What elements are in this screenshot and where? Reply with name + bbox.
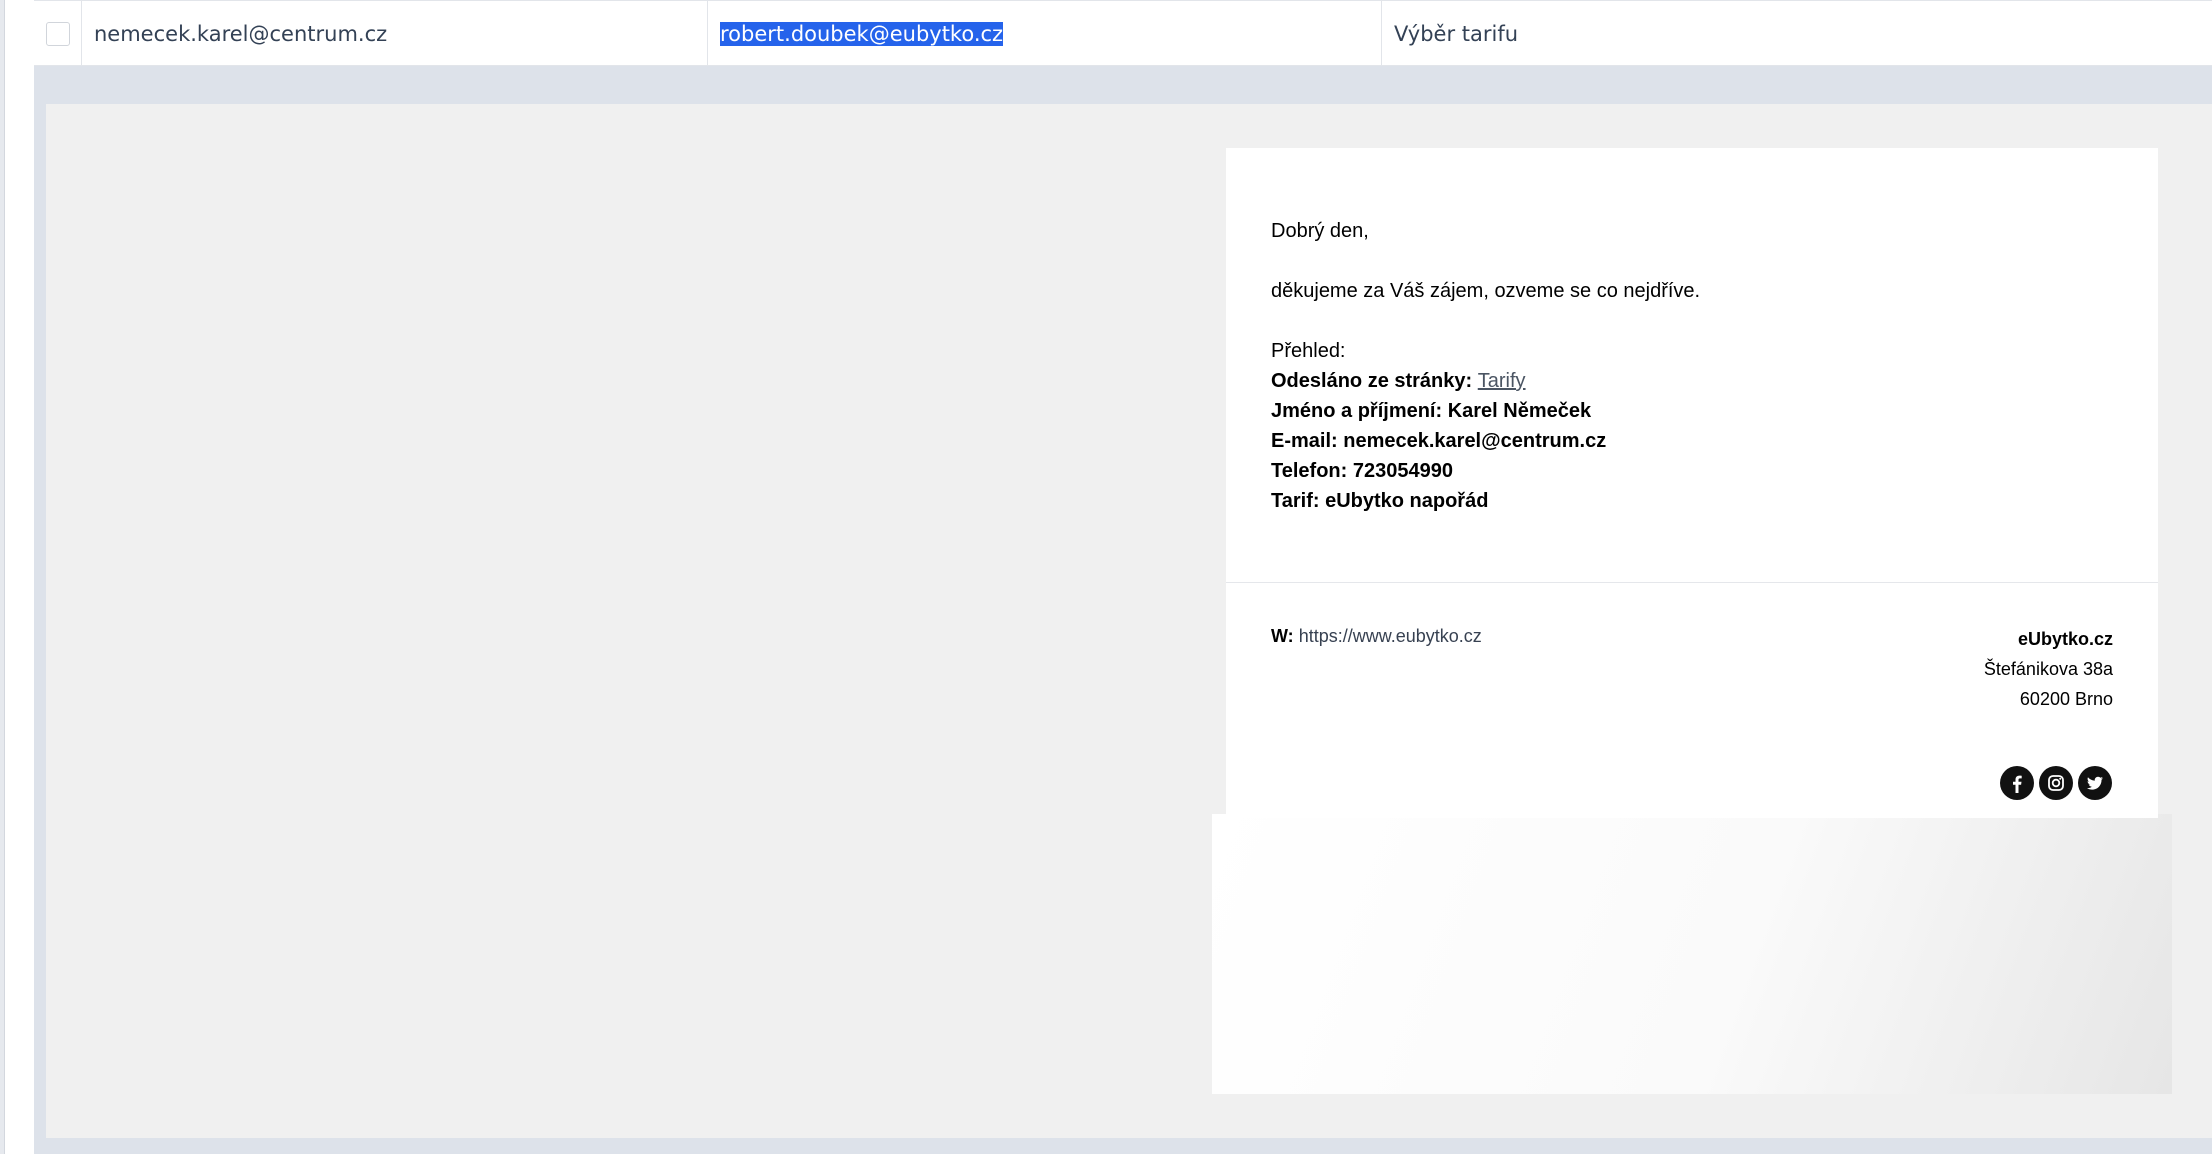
tariff-line: Tarif: eUbytko napořád <box>1271 490 1489 512</box>
source-page-line: Odesláno ze stránky: Tarify <box>1271 366 2111 396</box>
email-line: E-mail: nemecek.karel@centrum.cz <box>1271 430 1607 452</box>
row-checkbox-cell[interactable] <box>34 1 82 67</box>
email-preview-area: Dobrý den, děkujeme za Váš zájem, ozveme… <box>46 104 2212 1138</box>
name-line: Jméno a příjmení: Karel Němeček <box>1271 400 1592 422</box>
email-message: děkujeme za Váš zájem, ozveme se co nejd… <box>1271 280 1701 302</box>
email-preview-frame: Dobrý den, děkujeme za Váš zájem, ozveme… <box>34 66 2212 1154</box>
email-greeting: Dobrý den, <box>1271 220 1369 242</box>
facebook-icon[interactable] <box>2000 766 2034 800</box>
web-label: W: <box>1271 626 1294 646</box>
city: 60200 Brno <box>2019 689 2113 709</box>
from-address: nemecek.karel@centrum.cz <box>94 22 388 46</box>
to-cell: robert.doubek@eubytko.cz <box>708 1 1382 67</box>
table-row[interactable]: nemecek.karel@centrum.cz robert.doubek@e… <box>34 0 2212 67</box>
email-body: Dobrý den, děkujeme za Váš zájem, ozveme… <box>1271 216 2111 516</box>
company-name: eUbytko.cz <box>2017 629 2113 649</box>
source-page-link[interactable]: Tarify <box>1478 370 1526 392</box>
from-cell: nemecek.karel@centrum.cz <box>82 1 708 67</box>
source-page-label: Odesláno ze stránky: <box>1271 370 1473 392</box>
footer-address: eUbytko.cz Štefánikova 38a 60200 Brno <box>1984 624 2113 714</box>
overview-label: Přehled: <box>1271 340 1346 362</box>
street: Štefánikova 38a <box>1983 659 2113 679</box>
social-links <box>2000 766 2112 800</box>
phone-line: Telefon: 723054990 <box>1271 460 1453 482</box>
footer-divider <box>1226 582 2158 583</box>
subject-text: Výběr tarifu <box>1394 22 1519 46</box>
subject-cell: Výběr tarifu <box>1382 1 2212 67</box>
web-url[interactable]: https://www.eubytko.cz <box>1299 626 1482 646</box>
email-card: Dobrý den, děkujeme za Váš zájem, ozveme… <box>1226 148 2158 818</box>
paper-shadow <box>1212 814 2172 1094</box>
row-checkbox[interactable] <box>45 22 70 46</box>
instagram-icon[interactable] <box>2039 766 2073 800</box>
twitter-icon[interactable] <box>2078 766 2112 800</box>
left-rail <box>0 0 5 1154</box>
to-address-selected: robert.doubek@eubytko.cz <box>720 22 1004 46</box>
footer-web: W: https://www.eubytko.cz <box>1271 626 1482 647</box>
